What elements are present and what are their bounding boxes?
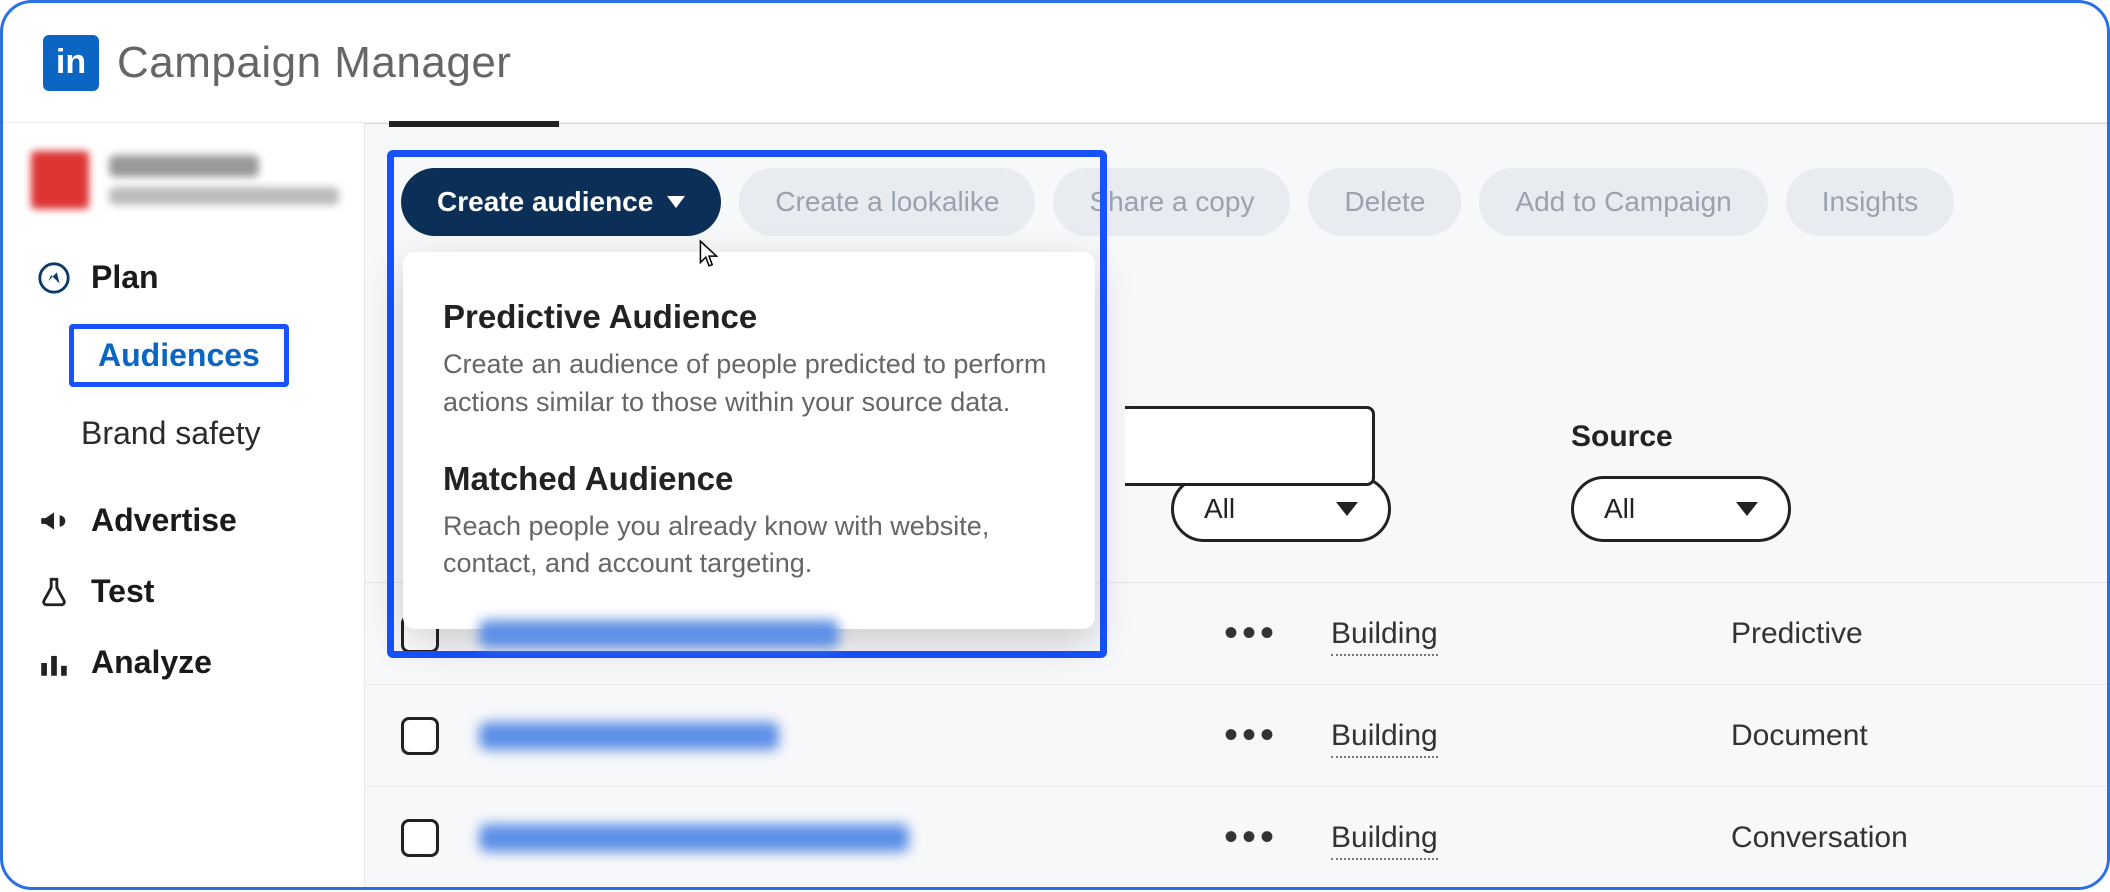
dropdown-item-matched[interactable]: Matched Audience Reach people you alread… [443, 446, 1055, 588]
main-panel: Create audience Create a lookalike Share… [364, 123, 2107, 887]
sidebar: Plan Audiences Brand safety Advertise [3, 123, 364, 887]
add-to-campaign-button[interactable]: Add to Campaign [1479, 168, 1767, 236]
nav-audiences-label: Audiences [98, 337, 260, 374]
table-row: ••• Building Document [365, 685, 2107, 787]
audience-name-redacted [479, 722, 779, 750]
dd-matched-desc: Reach people you already know with websi… [443, 508, 1055, 584]
row-status: Building [1331, 617, 1438, 656]
nav-advertise-label: Advertise [91, 502, 237, 539]
active-tab-indicator [389, 121, 559, 127]
nav-analyze-label: Analyze [91, 644, 212, 681]
nav-advertise[interactable]: Advertise [27, 488, 364, 553]
row-actions-menu[interactable]: ••• [1211, 611, 1291, 656]
create-lookalike-button[interactable]: Create a lookalike [739, 168, 1035, 236]
nav-audiences[interactable]: Audiences [69, 324, 289, 387]
nav-brand-safety[interactable]: Brand safety [27, 401, 364, 466]
dd-predictive-title: Predictive Audience [443, 298, 1055, 336]
caret-down-icon [1336, 502, 1358, 516]
source-filter[interactable]: All [1571, 476, 1791, 542]
row-status: Building [1331, 821, 1438, 860]
caret-down-icon [667, 196, 685, 208]
flask-icon [37, 575, 71, 609]
share-copy-label: Share a copy [1089, 186, 1254, 218]
create-audience-button[interactable]: Create audience [401, 168, 721, 236]
dd-matched-title: Matched Audience [443, 460, 1055, 498]
nav-brand-safety-label: Brand safety [81, 415, 261, 452]
source-filter-value: All [1604, 493, 1635, 525]
row-actions-menu[interactable]: ••• [1211, 815, 1291, 860]
share-copy-button[interactable]: Share a copy [1053, 168, 1290, 236]
audience-table: ••• Building Predictive ••• Building Doc… [365, 582, 2107, 889]
bar-chart-icon [37, 646, 71, 680]
toolbar: Create audience Create a lookalike Share… [365, 124, 2107, 262]
delete-label: Delete [1344, 186, 1425, 218]
account-selector[interactable] [31, 151, 364, 209]
dd-predictive-desc: Create an audience of people predicted t… [443, 346, 1055, 422]
dropdown-item-predictive[interactable]: Predictive Audience Create an audience o… [443, 284, 1055, 446]
row-checkbox[interactable] [401, 717, 439, 755]
nav-test-label: Test [91, 573, 154, 610]
row-source: Document [1731, 719, 2071, 753]
row-checkbox[interactable] [401, 819, 439, 857]
nav-analyze[interactable]: Analyze [27, 630, 364, 695]
app-title: Campaign Manager [117, 38, 511, 88]
megaphone-icon [37, 504, 71, 538]
caret-down-icon [1736, 502, 1758, 516]
delete-button[interactable]: Delete [1308, 168, 1461, 236]
linkedin-logo-icon: in [43, 35, 99, 91]
insights-button[interactable]: Insights [1786, 168, 1955, 236]
insights-label: Insights [1822, 186, 1919, 218]
nav-test[interactable]: Test [27, 559, 364, 624]
row-source: Predictive [1731, 617, 2071, 651]
col-source-header: Source [1571, 420, 1911, 454]
create-lookalike-label: Create a lookalike [775, 186, 999, 218]
row-status: Building [1331, 719, 1438, 758]
app-frame: in Campaign Manager Plan Audiences [0, 0, 2110, 890]
audience-name-redacted [479, 620, 839, 648]
row-source: Conversation [1731, 821, 2071, 855]
status-filter-value: All [1204, 493, 1235, 525]
table-row: ••• Building Conversation [365, 787, 2107, 889]
nav-plan-label: Plan [91, 259, 159, 296]
row-actions-menu[interactable]: ••• [1211, 713, 1291, 758]
audience-name-redacted [479, 824, 909, 852]
nav-plan[interactable]: Plan [27, 245, 364, 310]
add-to-campaign-label: Add to Campaign [1515, 186, 1731, 218]
create-audience-dropdown: Predictive Audience Create an audience o… [403, 252, 1095, 629]
search-input[interactable] [1125, 406, 1375, 486]
compass-icon [37, 261, 71, 295]
app-header: in Campaign Manager [3, 3, 2107, 123]
create-audience-label: Create audience [437, 186, 653, 218]
